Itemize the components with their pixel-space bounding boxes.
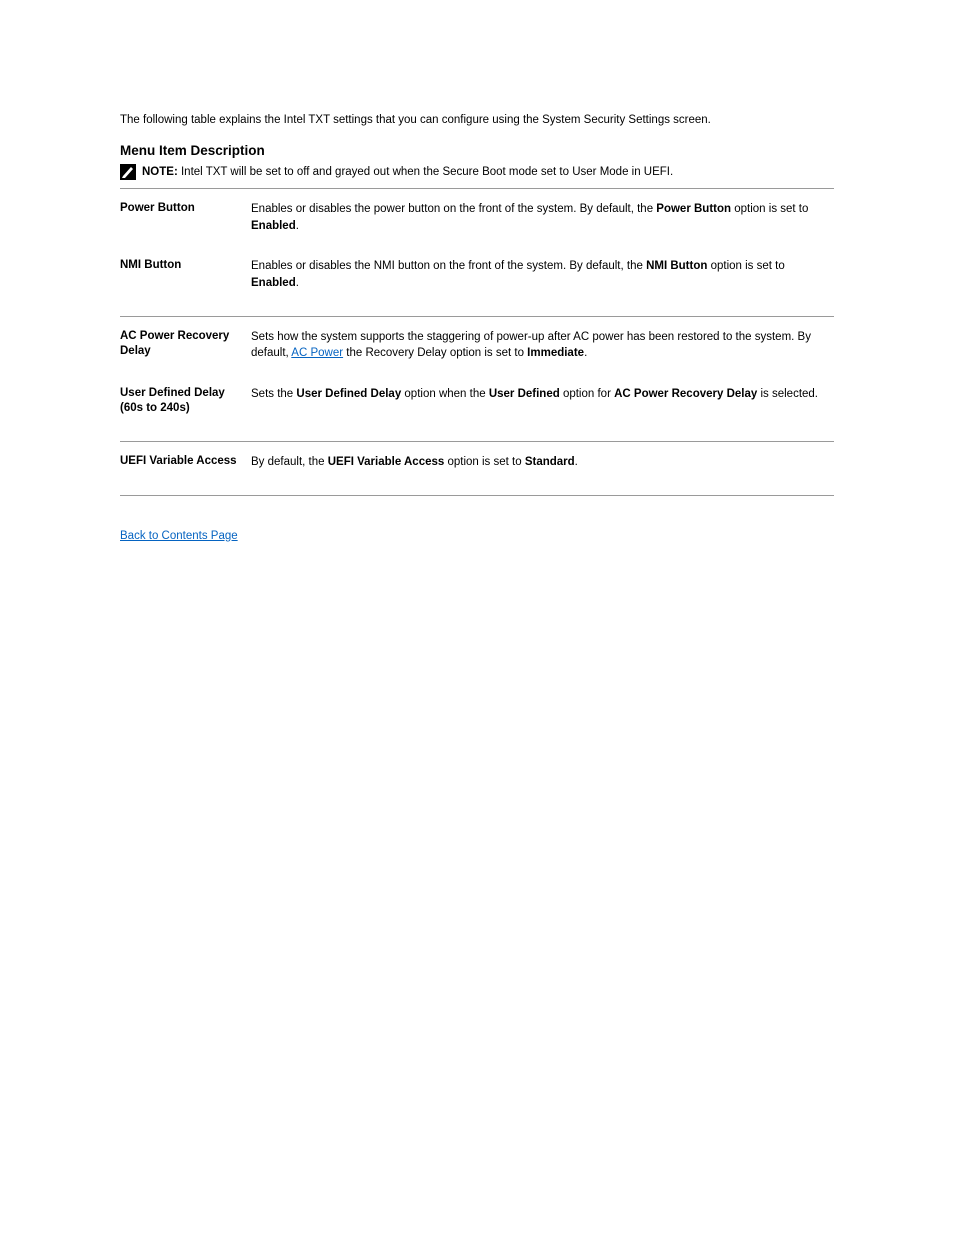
setting-description: By default, the UEFI Variable Access opt…	[251, 450, 834, 491]
bold-term: Power Button	[656, 203, 731, 215]
text-span: Enables or disables the power button on …	[251, 203, 656, 215]
setting-name: NMI Button	[120, 254, 251, 311]
bold-term: Enabled	[251, 220, 296, 232]
back-to-contents-link[interactable]: Back to Contents Page	[120, 530, 238, 542]
text-span: option is set to	[444, 456, 525, 468]
bold-term: NMI Button	[646, 260, 707, 272]
setting-description: Enables or disables the NMI button on th…	[251, 254, 834, 311]
text-span: By default, the	[251, 456, 328, 468]
setting-name: Power Button	[120, 197, 251, 254]
document-page: The following table explains the Intel T…	[0, 0, 954, 1235]
table-row: UEFI Variable AccessBy default, the UEFI…	[120, 450, 834, 491]
text-span: .	[296, 220, 299, 232]
setting-name: User Defined Delay (60s to 240s)	[120, 382, 251, 437]
intro-paragraph: The following table explains the Intel T…	[120, 112, 834, 129]
bold-term: Enabled	[251, 277, 296, 289]
text-span: .	[575, 456, 578, 468]
row-divider	[120, 316, 834, 317]
setting-description: Sets the User Defined Delay option when …	[251, 382, 834, 437]
bold-term: UEFI Variable Access	[328, 456, 445, 468]
settings-table: Power ButtonEnables or disables the powe…	[120, 197, 834, 504]
note-block: NOTE: Intel TXT will be set to off and g…	[120, 164, 834, 180]
text-span: option is set to	[731, 203, 808, 215]
bold-term: User Defined	[489, 388, 560, 400]
text-span: the Recovery Delay option is set to	[343, 347, 527, 359]
table-row: User Defined Delay (60s to 240s)Sets the…	[120, 382, 834, 437]
back-link-container: Back to Contents Page	[120, 530, 834, 542]
setting-name: AC Power Recovery Delay	[120, 325, 251, 382]
setting-description: Enables or disables the power button on …	[251, 197, 834, 254]
bold-term: User Defined Delay	[296, 388, 401, 400]
text-span: is selected.	[757, 388, 818, 400]
note-label: NOTE:	[142, 166, 181, 178]
text-span: option for	[560, 388, 614, 400]
text-span: .	[584, 347, 587, 359]
text-span: Sets the	[251, 388, 296, 400]
bold-term: Immediate	[527, 347, 584, 359]
table-top-rule	[120, 188, 834, 189]
setting-description: Sets how the system supports the stagger…	[251, 325, 834, 382]
section-heading: Menu Item Description	[120, 143, 834, 158]
table-row: AC Power Recovery DelaySets how the syst…	[120, 325, 834, 382]
bold-term: AC Power Recovery Delay	[614, 388, 757, 400]
text-span: option is set to	[707, 260, 784, 272]
note-body: Intel TXT will be set to off and grayed …	[181, 166, 673, 178]
table-row: Power ButtonEnables or disables the powe…	[120, 197, 834, 254]
bold-term: Standard	[525, 456, 575, 468]
row-divider	[120, 441, 834, 442]
text-span: Enables or disables the NMI button on th…	[251, 260, 646, 272]
text-span: .	[296, 277, 299, 289]
text-span: option when the	[401, 388, 489, 400]
note-icon	[120, 164, 136, 180]
setting-name: UEFI Variable Access	[120, 450, 251, 491]
table-bottom-rule	[120, 495, 834, 496]
inline-link[interactable]: AC Power	[291, 347, 343, 359]
note-text: NOTE: Intel TXT will be set to off and g…	[142, 164, 834, 180]
table-row: NMI ButtonEnables or disables the NMI bu…	[120, 254, 834, 311]
